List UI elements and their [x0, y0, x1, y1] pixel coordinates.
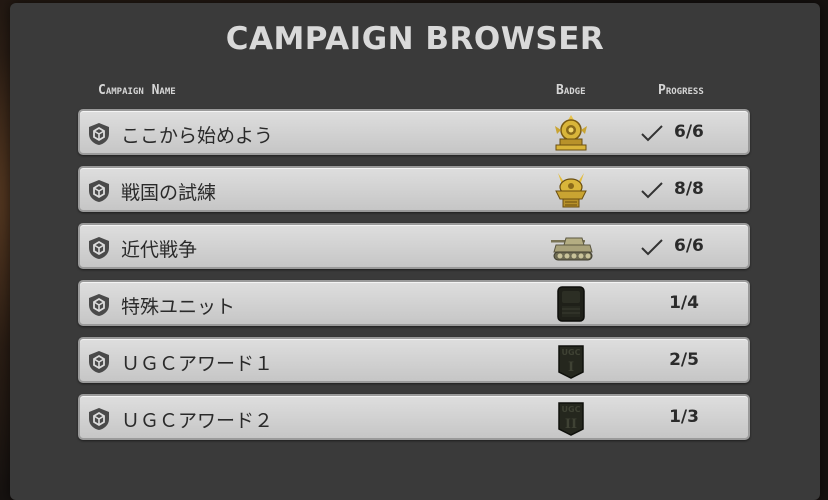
- shield-cube-icon: [89, 237, 109, 259]
- ugc-label: UGC: [562, 348, 581, 357]
- shield-cube-icon: [89, 294, 109, 316]
- shield-cube-icon: [89, 123, 109, 145]
- campaign-progress: 8/8: [674, 179, 704, 199]
- ugc-numeral: II: [565, 417, 577, 432]
- campaign-row-3[interactable]: 近代戦争 6/6: [78, 223, 750, 269]
- shield-cube-icon: [89, 180, 109, 202]
- campaign-progress: 2/5: [669, 350, 699, 370]
- shield-cube-icon: [89, 408, 109, 430]
- locked-ugc-i-badge-icon: UGC I: [558, 345, 584, 379]
- ugc-label: UGC: [562, 405, 581, 414]
- locked-special-unit-icon: [557, 286, 585, 322]
- gold-samurai-helmet-icon: [555, 173, 587, 208]
- column-header-badge: Badge: [556, 83, 586, 98]
- campaign-row-4[interactable]: 特殊ユニット 1/4: [78, 280, 750, 326]
- tank-icon: [551, 237, 593, 261]
- campaign-progress: 1/3: [669, 407, 699, 427]
- campaign-name: ここから始めよう: [121, 125, 274, 147]
- campaign-progress: 1/4: [669, 293, 699, 313]
- campaign-progress: 6/6: [674, 236, 704, 256]
- column-header-progress: Progress: [658, 83, 704, 98]
- campaign-row-5[interactable]: ＵＧＣアワード１ UGC I 2/5: [78, 337, 750, 383]
- column-header-name: Campaign Name: [98, 83, 176, 98]
- campaign-row-2[interactable]: 戦国の試練 8/8: [78, 166, 750, 212]
- locked-ugc-ii-badge-icon: UGC II: [558, 402, 584, 436]
- ugc-numeral: I: [568, 360, 574, 375]
- shield-cube-icon: [89, 351, 109, 373]
- page-title: CAMPAIGN BROWSER: [225, 21, 605, 57]
- campaign-name: 近代戦争: [121, 239, 198, 261]
- campaign-progress: 6/6: [674, 122, 704, 142]
- campaign-row-1[interactable]: ここから始めよう 6/6: [78, 109, 750, 155]
- checkmark-icon: [641, 239, 663, 256]
- campaign-name: 戦国の試練: [121, 182, 217, 204]
- checkmark-icon: [641, 125, 663, 142]
- campaign-browser-panel: CAMPAIGN BROWSER Campaign Name Badge Pro…: [10, 3, 820, 500]
- checkmark-icon: [641, 182, 663, 199]
- campaign-name: ＵＧＣアワード１: [121, 353, 274, 375]
- campaign-name: 特殊ユニット: [121, 296, 236, 318]
- gold-crown-medal-icon: [555, 115, 587, 151]
- campaign-row-6[interactable]: ＵＧＣアワード２ UGC II 1/3: [78, 394, 750, 440]
- campaign-name: ＵＧＣアワード２: [121, 410, 274, 432]
